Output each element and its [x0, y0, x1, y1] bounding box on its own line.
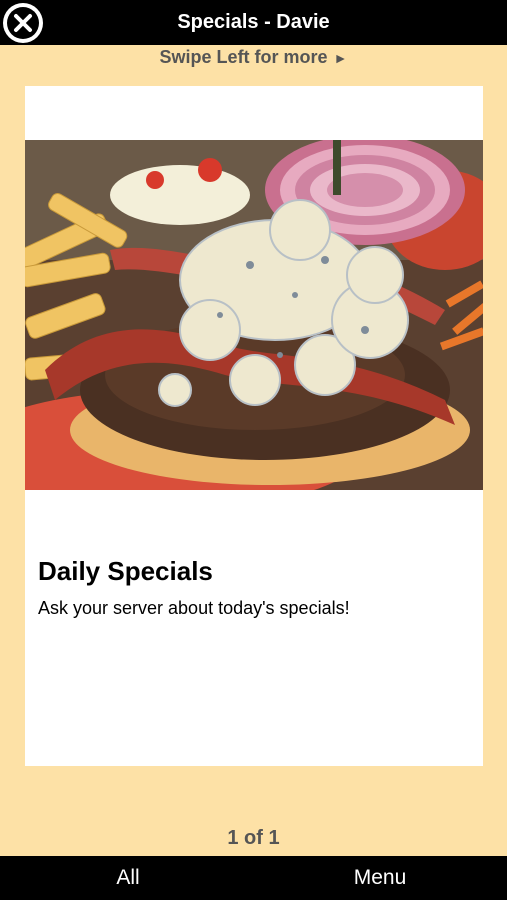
- right-arrow-icon: ►: [333, 50, 348, 66]
- special-card[interactable]: Daily Specials Ask your server about tod…: [25, 86, 483, 766]
- close-x-glyph: [14, 14, 32, 32]
- special-description: Ask your server about today's specials!: [38, 598, 350, 618]
- menu-tab-button[interactable]: Menu: [335, 856, 425, 900]
- food-photo: [25, 140, 483, 490]
- bottom-nav-bar: All Menu: [0, 856, 507, 900]
- special-title: Daily Specials: [38, 556, 213, 586]
- all-tab-button[interactable]: All: [88, 856, 168, 900]
- page-title: Specials - Davie: [177, 11, 330, 33]
- swipe-hint-label: Swipe Left for more: [159, 47, 328, 67]
- swipe-hint: Swipe Left for more ►: [0, 44, 507, 70]
- close-button[interactable]: [3, 3, 43, 43]
- top-bar: Specials - Davie: [0, 0, 507, 45]
- page-indicator: 1 of 1: [227, 827, 280, 849]
